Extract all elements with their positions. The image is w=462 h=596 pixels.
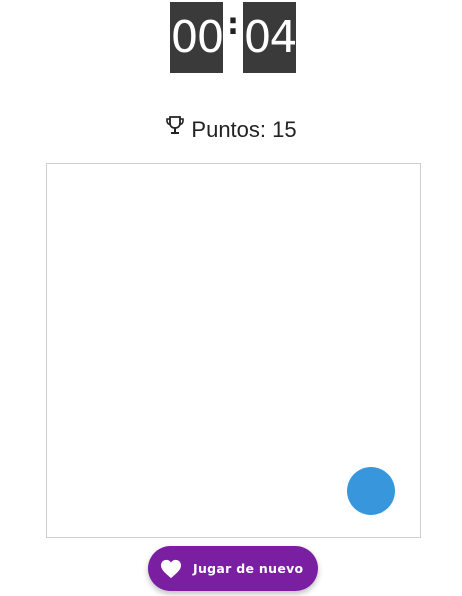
play-again-label: Jugar de nuevo (193, 561, 304, 576)
timer-seconds: 04 (243, 2, 298, 73)
countdown-timer: 00 : 04 (170, 2, 298, 73)
timer-minutes: 00 (170, 2, 225, 73)
game-board[interactable] (46, 163, 421, 538)
heart-icon (161, 559, 181, 578)
score-display: Puntos: 15 (0, 116, 462, 143)
score-text: Puntos: 15 (191, 117, 297, 142)
game-page: 00 : 04 Puntos: 15 Jugar de nuevo (0, 0, 462, 596)
timer-separator: : (227, 7, 239, 42)
play-again-button[interactable]: Jugar de nuevo (148, 546, 318, 591)
target-circle[interactable] (347, 467, 395, 515)
trophy-icon (166, 116, 185, 134)
